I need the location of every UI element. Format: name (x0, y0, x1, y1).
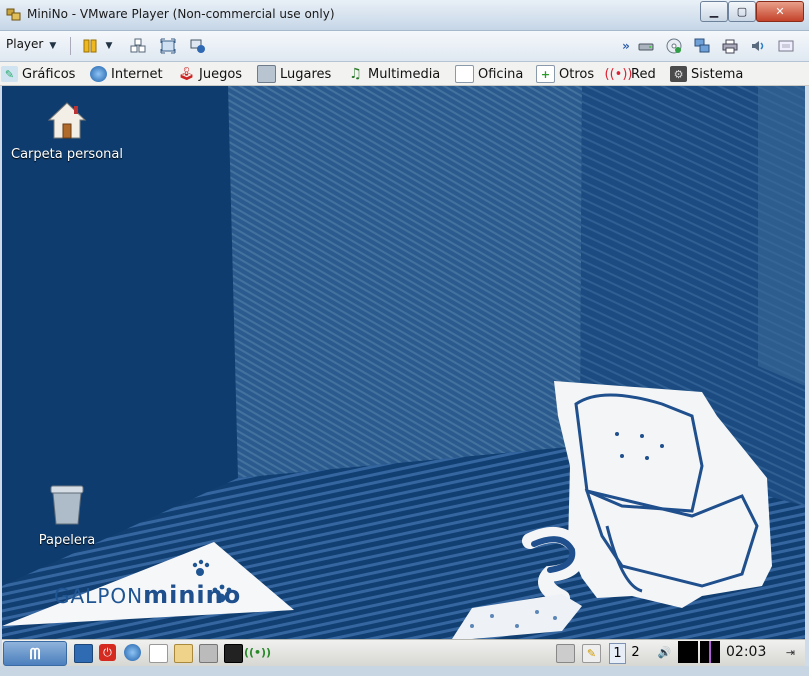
clipboard-icon[interactable]: ✎ (582, 644, 601, 663)
file-manager-icon[interactable] (174, 644, 193, 663)
workspace-label: 2 (631, 645, 640, 660)
pause-dropdown-icon[interactable]: ▼ (104, 38, 114, 54)
menu-label: Oficina (478, 66, 524, 82)
start-menu-button[interactable]: ᗰ (3, 641, 67, 666)
menu-label: Gráficos (22, 66, 76, 82)
guest-taskbar: ᗰ ⏻ ((•)) ✎ 1 2 🔊 02:03 ⇥ (2, 639, 805, 666)
minimize-icon: ▁ (709, 5, 719, 18)
galpon-minino-logo: GALPONminino (54, 581, 241, 609)
menu-label: Internet (111, 66, 163, 82)
toolbar-divider (70, 37, 71, 55)
home-folder-icon (47, 102, 87, 139)
close-button[interactable]: ✕ (756, 1, 804, 22)
sound-icon[interactable] (750, 38, 766, 54)
trash-icon (50, 485, 84, 525)
logo-name: minino (143, 581, 242, 609)
memory-monitor (700, 641, 720, 663)
title-bar[interactable]: MiniNo - VMware Player (Non-commercial u… (0, 0, 809, 31)
menu-sistema[interactable]: ⚙ Sistema (670, 65, 743, 83)
places-icon (257, 65, 276, 83)
office-icon (455, 65, 474, 83)
workspace-label: 1 (613, 646, 622, 661)
window-title: MiniNo - VMware Player (Non-commercial u… (27, 7, 335, 21)
desktop-icon-label: Carpeta personal (11, 147, 123, 162)
guest-desktop[interactable]: Carpeta personal Papelera GALPONminino (2, 86, 805, 639)
terminal-icon[interactable] (224, 644, 243, 663)
media-player-icon[interactable] (199, 644, 218, 663)
desktop-icon-home[interactable]: Carpeta personal (8, 100, 126, 162)
more-icon[interactable]: » (618, 38, 634, 54)
removable-drive-icon[interactable] (556, 644, 575, 663)
fullscreen-icon[interactable] (160, 38, 176, 54)
minino-logo-icon: ᗰ (29, 644, 41, 663)
host-status-strip (0, 666, 809, 676)
power-icon[interactable]: ⏻ (99, 644, 116, 661)
network-icon[interactable] (694, 38, 710, 54)
music-icon: ♫ (349, 66, 362, 82)
printer-icon[interactable] (722, 38, 738, 54)
menu-label: Juegos (199, 66, 243, 82)
menu-juegos[interactable]: 🕹 Juegos (178, 65, 242, 83)
menu-label: Sistema (691, 66, 744, 82)
player-menu-button[interactable]: Player ▼ (6, 37, 56, 51)
desktop-icon-label: Papelera (38, 533, 96, 548)
show-desktop-icon[interactable] (74, 644, 93, 663)
joystick-icon: 🕹 (178, 66, 195, 82)
unity-icon[interactable] (190, 38, 206, 54)
graphics-icon: ✎ (1, 66, 18, 82)
message-icon[interactable] (778, 38, 794, 54)
menu-label: Otros (559, 66, 595, 82)
workspace-2[interactable]: 2 (628, 643, 643, 662)
wireless-icon: ((•)) (604, 66, 633, 82)
add-icon: + (536, 65, 555, 83)
menu-oficina[interactable]: Oficina (455, 65, 523, 83)
clock: 02:03 (726, 644, 767, 660)
desktop-icon-trash[interactable]: Papelera (28, 484, 106, 548)
chevron-down-icon: ▼ (49, 41, 57, 51)
browser-icon[interactable] (124, 644, 141, 661)
close-icon: ✕ (775, 5, 785, 18)
menu-graficos[interactable]: ✎ Gráficos (1, 65, 75, 83)
globe-icon (90, 66, 107, 82)
system-icon: ⚙ (670, 66, 687, 82)
player-toolbar: Player ▼ ▼ » (0, 31, 809, 62)
logo-prefix: GALPON (54, 584, 144, 608)
menu-label: Red (631, 66, 656, 82)
cpu-monitor (678, 641, 698, 663)
vmware-player-window: MiniNo - VMware Player (Non-commercial u… (0, 0, 809, 676)
desktop-wallpaper (2, 86, 805, 639)
send-ctrl-alt-del-icon[interactable] (130, 38, 146, 54)
menu-multimedia[interactable]: ♫ Multimedia (347, 65, 440, 83)
volume-icon[interactable]: 🔊 (656, 644, 673, 661)
workspace-1[interactable]: 1 (609, 643, 626, 664)
menu-red[interactable]: ((•)) Red (604, 65, 656, 83)
cd-icon[interactable] (666, 38, 682, 54)
menu-internet[interactable]: Internet (90, 65, 163, 83)
hard-disk-icon[interactable] (638, 38, 654, 54)
menu-lugares[interactable]: Lugares (257, 65, 331, 83)
maximize-button[interactable]: ▢ (728, 1, 756, 22)
logout-icon[interactable]: ⇥ (782, 644, 799, 661)
text-editor-icon[interactable] (149, 644, 168, 663)
guest-menu-bar: ✎ Gráficos Internet 🕹 Juegos Lugares ♫ M… (0, 62, 809, 86)
pause-icon[interactable] (82, 38, 98, 54)
maximize-icon: ▢ (736, 5, 748, 18)
player-menu-label: Player (6, 37, 44, 51)
menu-label: Multimedia (368, 66, 441, 82)
menu-otros[interactable]: + Otros (536, 65, 594, 83)
vmware-app-icon (6, 8, 21, 21)
menu-label: Lugares (280, 66, 332, 82)
network-status-icon[interactable]: ((•)) (244, 644, 271, 661)
minimize-button[interactable]: ▁ (700, 1, 728, 22)
